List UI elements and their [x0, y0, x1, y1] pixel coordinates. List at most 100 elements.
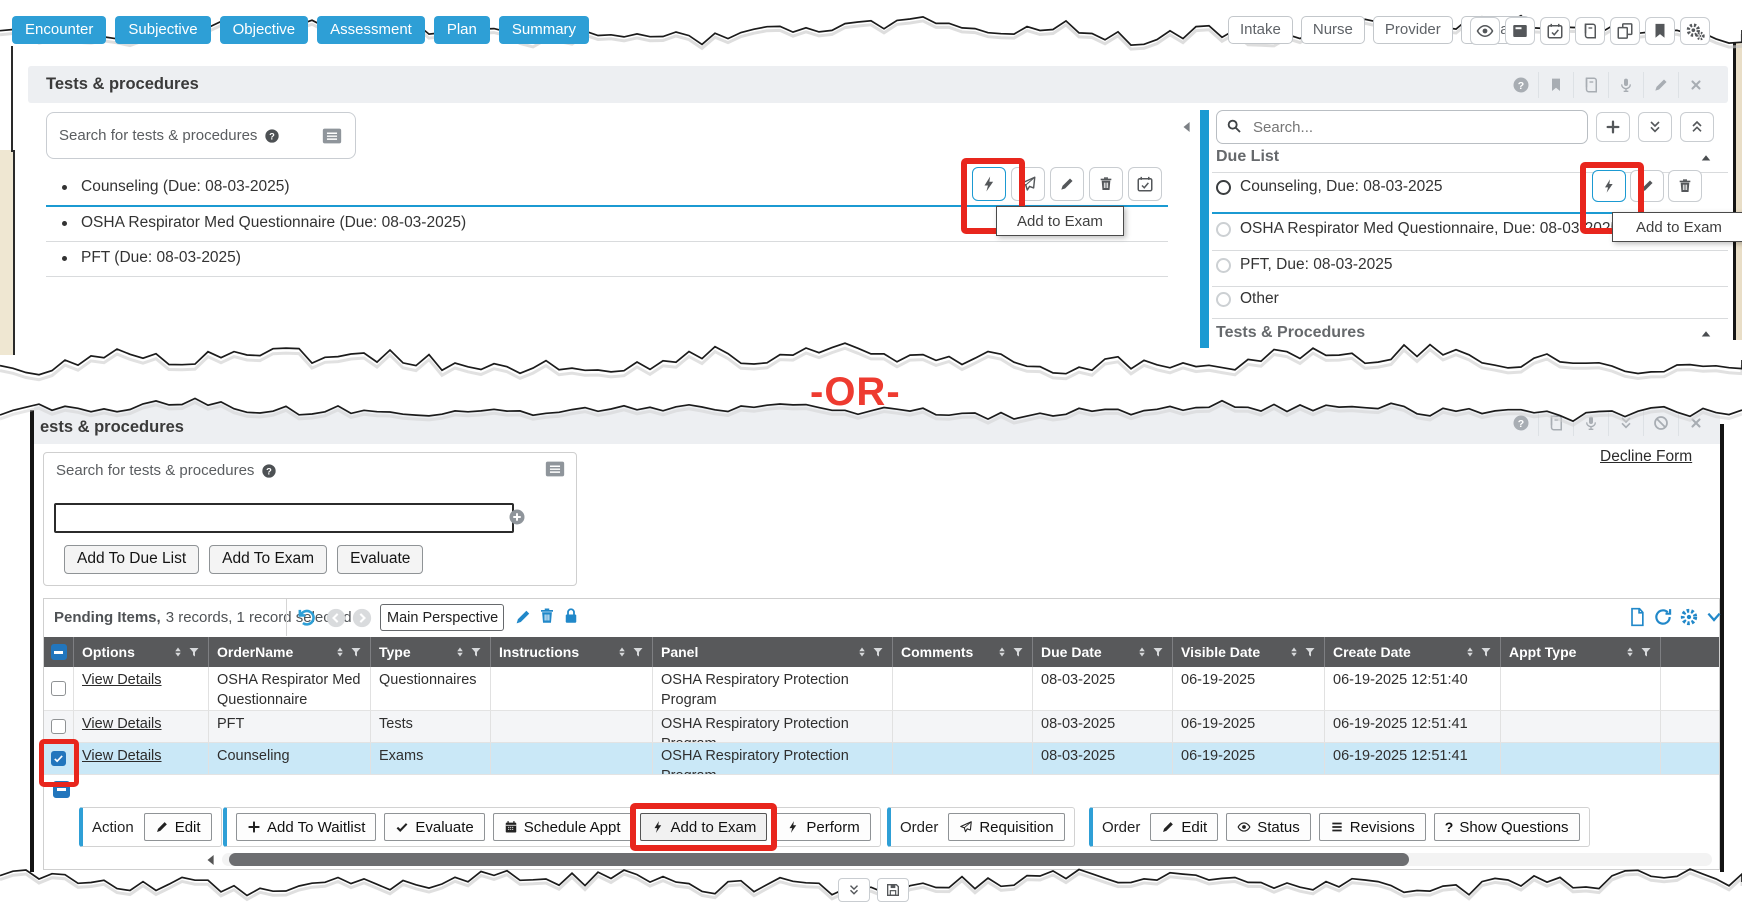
row-checkbox[interactable]: [51, 719, 66, 734]
save-icon[interactable]: [877, 878, 909, 902]
gear-icon[interactable]: [1679, 607, 1699, 632]
filter-icon[interactable]: [1152, 646, 1164, 658]
tests-procedures-search-input[interactable]: [54, 503, 514, 533]
provider-button[interactable]: Provider: [1373, 16, 1453, 44]
due-item-label[interactable]: PFT, Due: 08-03-2025: [1240, 256, 1393, 274]
add-to-exam-button[interactable]: Add To Exam: [209, 545, 327, 574]
tab-subjective[interactable]: Subjective: [115, 16, 210, 44]
undo-icon[interactable]: [296, 607, 318, 634]
sidebar-search-input[interactable]: [1216, 110, 1588, 144]
radio-icon[interactable]: [1216, 292, 1231, 307]
col-create-date[interactable]: Create Date: [1333, 644, 1411, 660]
row-checkbox-checked[interactable]: [51, 751, 66, 766]
evaluate-button[interactable]: Evaluate: [337, 545, 423, 574]
list-item-label[interactable]: Counseling (Due: 08-03-2025): [81, 178, 290, 196]
tab-assessment[interactable]: Assessment: [317, 16, 425, 44]
refresh-icon[interactable]: [1653, 607, 1673, 632]
help-icon[interactable]: ?: [1504, 72, 1538, 98]
list-view-icon[interactable]: [321, 125, 343, 147]
add-to-exam-button[interactable]: Add to Exam: [640, 813, 768, 841]
filter-icon[interactable]: [1304, 646, 1316, 658]
book-icon[interactable]: [1573, 72, 1608, 98]
filter-icon[interactable]: [350, 646, 362, 658]
tab-objective[interactable]: Objective: [220, 16, 309, 44]
row-checkbox[interactable]: [51, 681, 66, 696]
filter-icon[interactable]: [1012, 646, 1024, 658]
col-type[interactable]: Type: [379, 644, 411, 660]
edit-button[interactable]: Edit: [144, 813, 212, 841]
radio-icon[interactable]: [1216, 258, 1231, 273]
add-to-exam-bolt-button[interactable]: [972, 167, 1006, 201]
prev-page-icon[interactable]: [326, 608, 346, 633]
table-row[interactable]: View Details OSHA Respirator Med Questio…: [44, 667, 1719, 711]
select-all-checkbox[interactable]: [51, 644, 67, 660]
schedule-calendar-button[interactable]: [1128, 167, 1162, 201]
col-options[interactable]: Options: [82, 644, 135, 660]
table-row-selected[interactable]: View Details Counseling Exams OSHA Respi…: [44, 743, 1719, 775]
perspective-select[interactable]: Main Perspective: [380, 604, 504, 631]
revisions-button[interactable]: Revisions: [1319, 813, 1426, 841]
view-details-link[interactable]: View Details: [82, 716, 162, 732]
sort-icon[interactable]: [996, 646, 1008, 658]
add-to-exam-bolt-button[interactable]: [1592, 170, 1626, 202]
add-to-due-list-button[interactable]: Add To Due List: [64, 545, 199, 574]
sort-icon[interactable]: [172, 646, 184, 658]
edit-order-button[interactable]: Edit: [1150, 813, 1218, 841]
tests-search-box[interactable]: Search for tests & procedures ?: [46, 112, 356, 159]
bookmark-icon[interactable]: [1538, 72, 1573, 98]
sort-icon[interactable]: [616, 646, 628, 658]
col-due-date[interactable]: Due Date: [1041, 644, 1102, 660]
col-panel[interactable]: Panel: [661, 644, 698, 660]
col-visible-date[interactable]: Visible Date: [1181, 644, 1260, 660]
add-new-button[interactable]: [1596, 112, 1630, 142]
expand-all-icon[interactable]: [1638, 112, 1672, 142]
requisition-button[interactable]: Requisition: [948, 813, 1064, 841]
gears-icon[interactable]: [1680, 17, 1710, 45]
filter-icon[interactable]: [470, 646, 482, 658]
edit-perspective-icon[interactable]: [514, 608, 532, 631]
evaluate-button[interactable]: Evaluate: [384, 813, 484, 841]
list-item-label[interactable]: PFT (Due: 08-03-2025): [81, 249, 241, 267]
view-details-link[interactable]: View Details: [82, 672, 162, 688]
delete-trash-button[interactable]: [1668, 170, 1702, 202]
help-icon[interactable]: ?: [264, 128, 280, 144]
delete-trash-button[interactable]: [1089, 167, 1123, 201]
calendar-check-icon[interactable]: [1540, 17, 1570, 45]
show-questions-button[interactable]: ?Show Questions: [1434, 813, 1580, 841]
delete-perspective-icon[interactable]: [538, 607, 556, 630]
due-list-item[interactable]: PFT, Due: 08-03-2025: [1216, 256, 1393, 274]
due-list-item[interactable]: OSHA Respirator Med Questionnaire, Due: …: [1216, 220, 1619, 238]
due-item-label[interactable]: OSHA Respirator Med Questionnaire, Due: …: [1240, 220, 1619, 238]
sort-icon[interactable]: [1288, 646, 1300, 658]
collapse-all-icon[interactable]: [1680, 112, 1714, 142]
due-item-label[interactable]: Other: [1240, 290, 1279, 308]
collapse-section-icon[interactable]: [1700, 151, 1712, 169]
tab-summary[interactable]: Summary: [499, 16, 589, 44]
due-list-item[interactable]: Other: [1216, 290, 1279, 308]
lock-icon[interactable]: [562, 607, 580, 630]
table-row[interactable]: View Details PFT Tests OSHA Respiratory …: [44, 711, 1719, 743]
book-icon[interactable]: [1575, 17, 1605, 45]
radio-icon[interactable]: [1216, 180, 1231, 195]
list-item-label[interactable]: OSHA Respirator Med Questionnaire (Due: …: [81, 214, 466, 232]
tab-plan[interactable]: Plan: [434, 16, 490, 44]
help-icon[interactable]: ?: [261, 463, 277, 479]
sort-icon[interactable]: [1624, 646, 1636, 658]
col-ordername[interactable]: OrderName: [217, 644, 293, 660]
requisition-send-button[interactable]: [1011, 167, 1045, 201]
sort-icon[interactable]: [856, 646, 868, 658]
edit-pencil-button[interactable]: [1050, 167, 1084, 201]
sort-icon[interactable]: [334, 646, 346, 658]
filter-icon[interactable]: [188, 646, 200, 658]
sort-icon[interactable]: [1464, 646, 1476, 658]
archive-box-icon[interactable]: [1505, 17, 1535, 45]
sort-icon[interactable]: [454, 646, 466, 658]
bookmark-icon[interactable]: [1645, 17, 1675, 45]
col-instructions[interactable]: Instructions: [499, 644, 579, 660]
select-all-footer-checkbox[interactable]: [53, 781, 70, 798]
sort-icon[interactable]: [1136, 646, 1148, 658]
status-button[interactable]: Status: [1226, 813, 1311, 841]
tab-encounter[interactable]: Encounter: [12, 16, 106, 44]
expand-more-icon[interactable]: [838, 878, 870, 902]
add-plus-icon[interactable]: [508, 508, 526, 531]
